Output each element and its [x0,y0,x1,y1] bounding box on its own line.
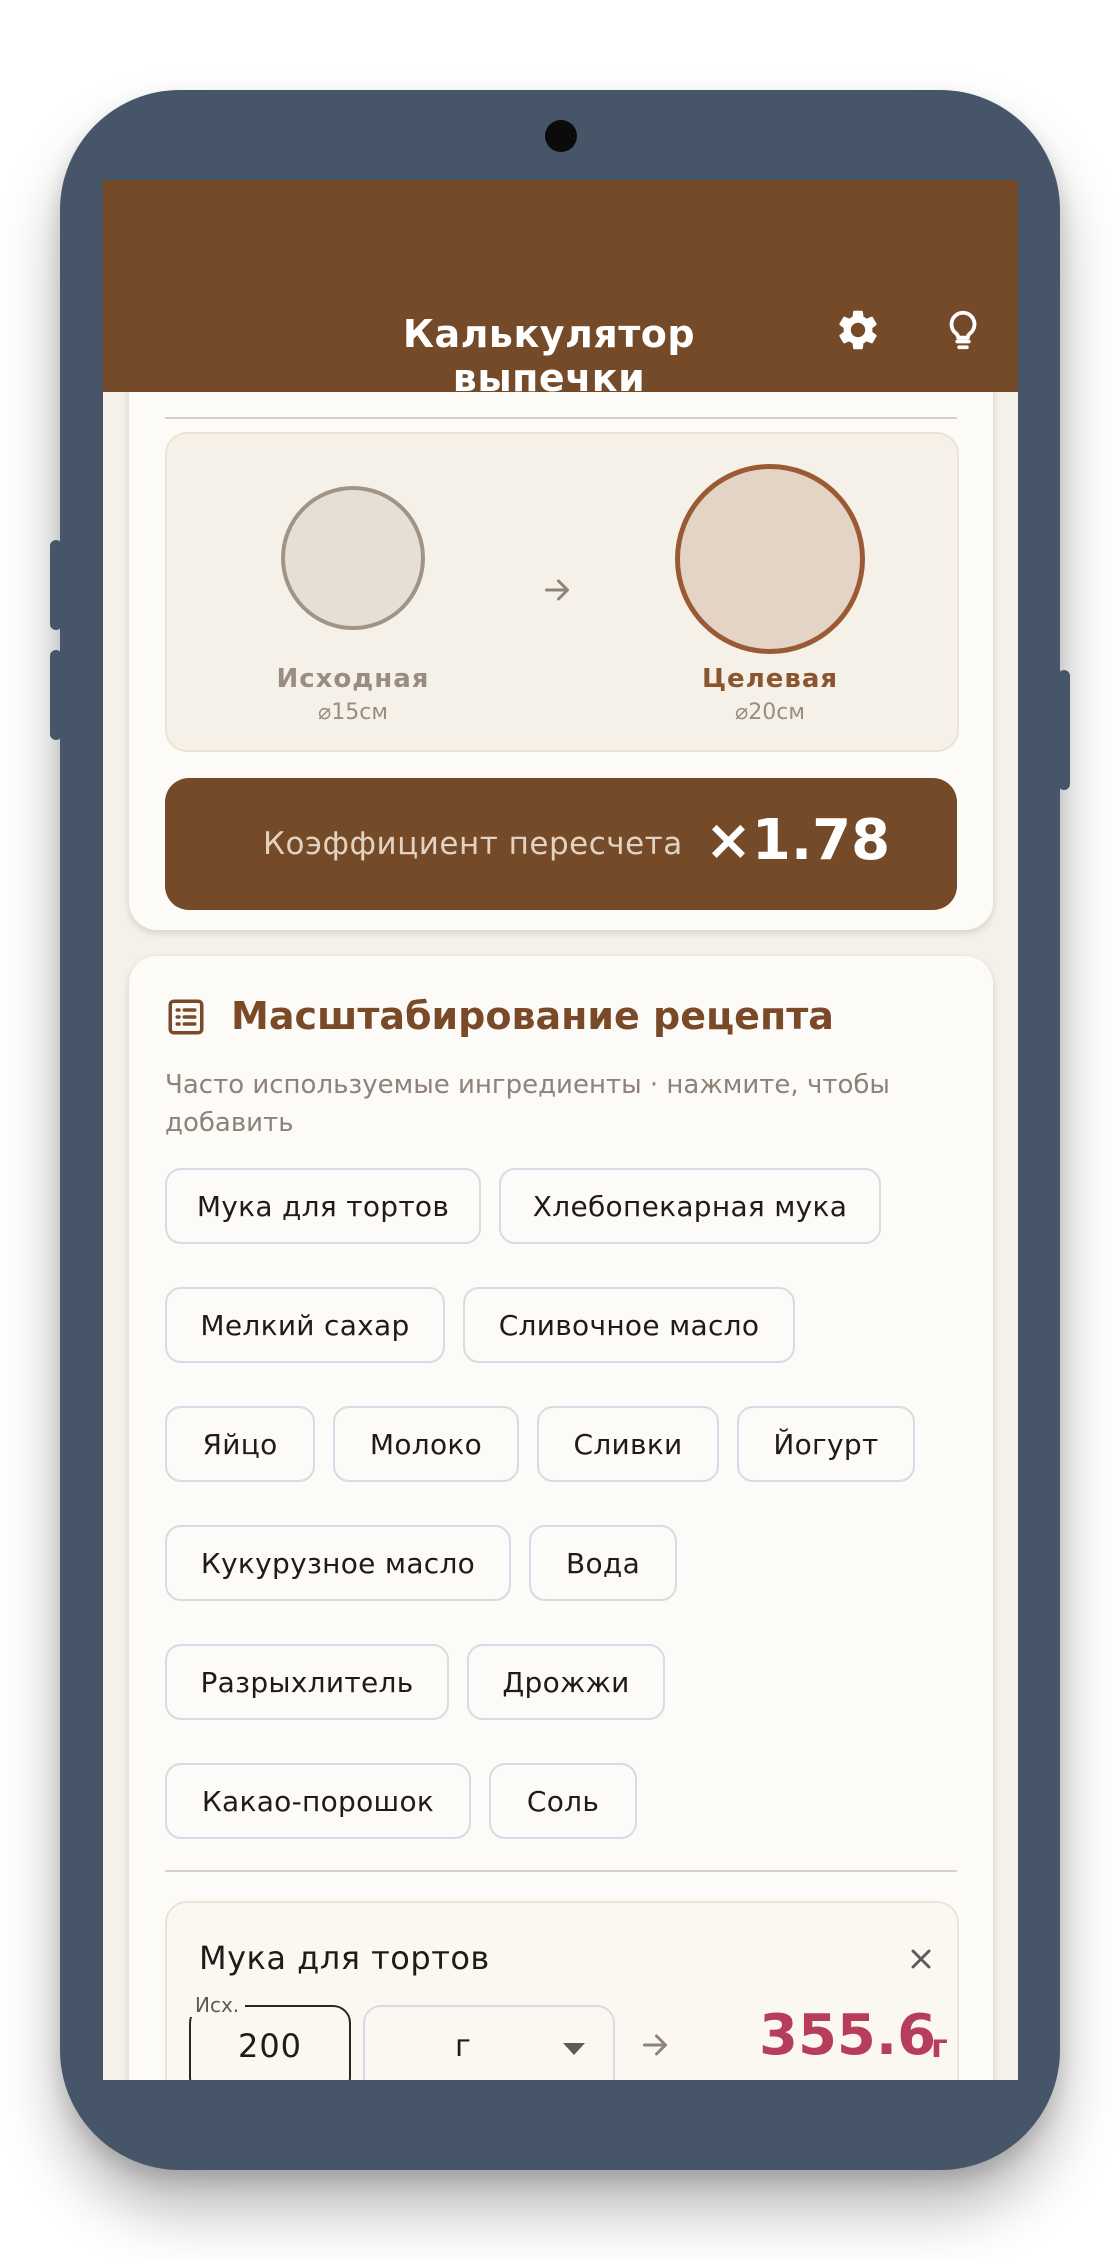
ingredient-chip[interactable]: Мелкий сахар [165,1287,445,1363]
source-amount-label: Исх. [189,1993,246,2017]
app-screen: Калькулятор выпечки Исходная ⌀15см Целев… [103,180,1018,2080]
section-title: Масштабирование рецепта [231,994,834,1038]
unit-select[interactable]: г [363,2005,615,2080]
ingredient-chip[interactable]: Йогурт [737,1406,915,1482]
settings-button[interactable] [828,300,888,360]
pan-comparison-panel: Исходная ⌀15см Целевая ⌀20см [165,432,959,752]
target-pan-label: Целевая [701,664,839,694]
phone-frame: Калькулятор выпечки Исходная ⌀15см Целев… [50,90,1070,2170]
app-bar: Калькулятор выпечки [103,180,1018,400]
volume-down-button [50,650,62,740]
ingredient-chip[interactable]: Разрыхлитель [165,1644,449,1720]
ingredient-chip[interactable]: Вода [529,1525,677,1601]
ingredient-chip[interactable]: Сливочное масло [463,1287,795,1363]
ingredient-chip[interactable]: Дрожжи [467,1644,665,1720]
app-title: Калькулятор выпечки [402,312,696,400]
ingredient-chip[interactable]: Соль [489,1763,637,1839]
ingredient-name: Мука для тортов [199,1939,490,1977]
list-icon [168,999,204,1035]
tips-button[interactable] [933,300,993,360]
ingredient-chip[interactable]: Хлебопекарная мука [499,1168,881,1244]
scale-factor-value: ×1.78 [705,808,891,873]
volume-up-button [50,540,62,630]
source-pan-size: ⌀15см [318,700,388,725]
scale-factor-bar: Коэффициент пересчета ×1.78 [165,778,957,910]
dropdown-arrow-icon [563,2043,585,2055]
recipe-scaling-card: Масштабирование рецепта Часто используем… [129,956,993,2080]
scroll-content[interactable]: Исходная ⌀15см Целевая ⌀20см Коэффициент… [103,392,1018,2080]
ingredient-row: Мука для тортов Исх. 200 г 355.6 г [165,1901,959,2080]
arrow-right-icon [545,579,569,601]
target-pan-size: ⌀20см [735,700,805,725]
source-pan-circle [281,486,425,630]
ingredient-chip[interactable]: Сливки [537,1406,719,1482]
ingredient-chip[interactable]: Какао-порошок [165,1763,471,1839]
pan-comparison-card: Исходная ⌀15см Целевая ⌀20см Коэффициент… [129,392,993,930]
gear-icon [839,310,877,350]
ingredients-hint: Часто используемые ингредиенты · нажмите… [165,1070,890,1138]
source-pan-label: Исходная [276,664,430,694]
ingredient-chip[interactable]: Молоко [333,1406,519,1482]
scale-factor-label: Коэффициент пересчета [263,826,683,862]
target-pan-circle [675,464,865,654]
ingredient-chip[interactable]: Кукурузное масло [165,1525,511,1601]
lightbulb-icon [949,310,977,350]
card-divider [165,417,957,419]
ingredient-chip[interactable]: Мука для тортов [165,1168,481,1244]
unit-select-value: г [455,2029,471,2064]
card-divider [165,1870,957,1872]
close-icon[interactable] [905,1943,937,1975]
front-camera [545,120,577,152]
ingredient-chip[interactable]: Яйцо [165,1406,315,1482]
arrow-right-icon [643,2034,667,2056]
power-button [1058,670,1070,790]
result-unit: г [931,2027,948,2065]
result-amount: 355.6 [759,2003,937,2068]
